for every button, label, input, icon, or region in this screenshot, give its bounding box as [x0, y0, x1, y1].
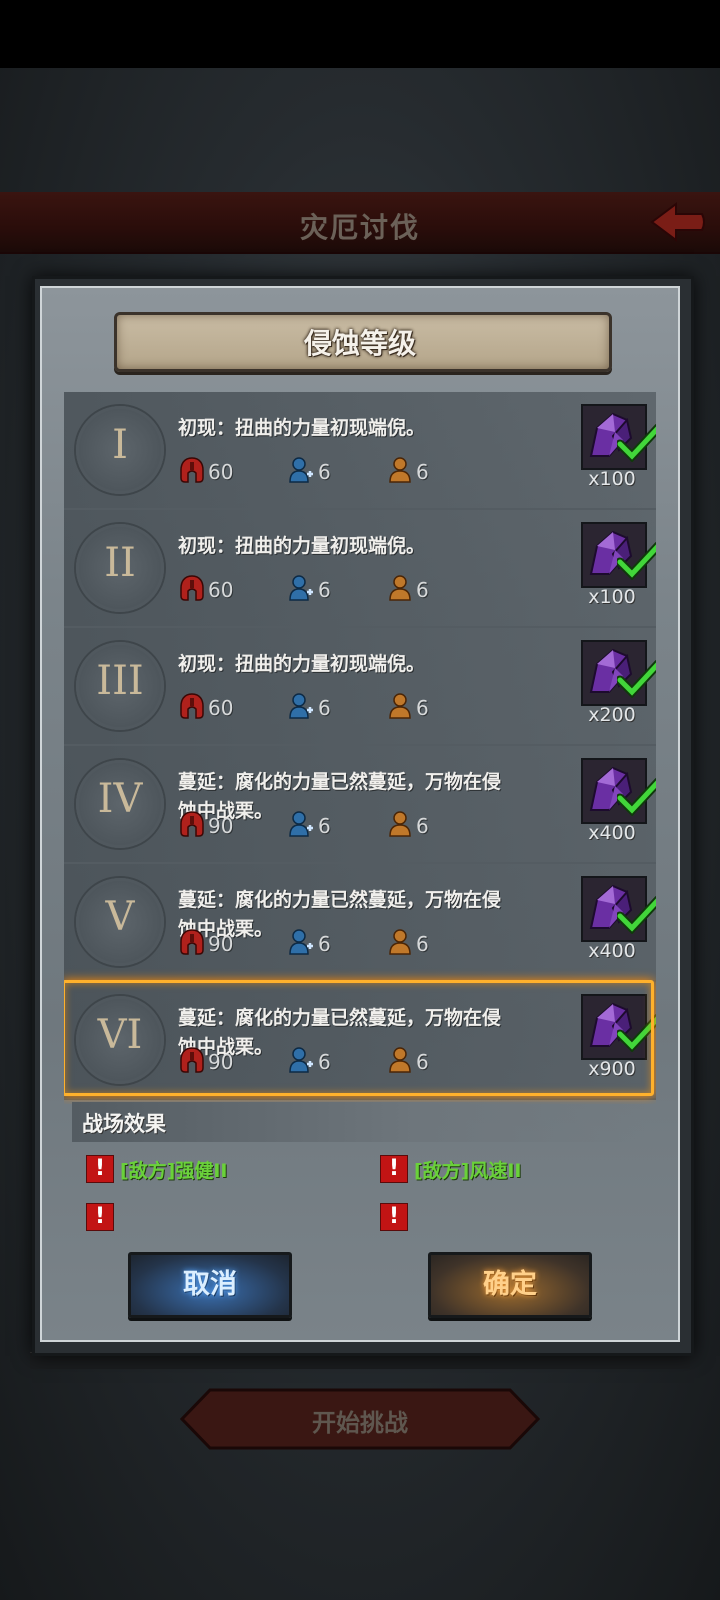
cancel-button[interactable]: 取消	[128, 1252, 292, 1318]
reward-item[interactable]	[581, 876, 656, 942]
effect-label: [敌方]风速II	[414, 1159, 522, 1182]
reward-item[interactable]	[581, 758, 656, 824]
reward-quantity: x100	[588, 586, 636, 608]
level-roman-numeral: III	[96, 658, 144, 704]
orange-person-icon	[386, 574, 414, 606]
blue-unit-stat: 6	[288, 456, 331, 488]
level-row[interactable]: V 蔓延：腐化的力量已然蔓延，万物在侵蚀中战栗。 90 6 6 x400	[64, 864, 656, 982]
screen-title: 灾厄讨伐	[299, 211, 420, 244]
reward-item[interactable]	[581, 404, 656, 470]
enemy-power-stat: 60	[178, 692, 233, 724]
orange-unit-stat: 6	[386, 692, 429, 724]
orange-person-icon	[386, 692, 414, 724]
level-roman-numeral: I	[112, 422, 128, 468]
status-bar	[0, 0, 720, 68]
blue-person-plus-icon	[288, 456, 316, 488]
effects-title: 战场效果	[82, 1112, 166, 1136]
reward-quantity: x200	[588, 704, 636, 726]
reward-quantity: x100	[588, 468, 636, 490]
stat-value: 60	[208, 696, 234, 720]
effect-item-partial: !	[380, 1202, 414, 1232]
level-description: 初现：扭曲的力量初现端倪。	[178, 417, 426, 439]
orange-person-icon	[386, 456, 414, 488]
stat-value: 60	[208, 460, 234, 484]
red-helmet-icon	[178, 574, 206, 606]
orange-unit-stat: 6	[386, 456, 429, 488]
stat-value: 6	[318, 814, 331, 838]
modal-title: 侵蚀等级	[303, 327, 416, 360]
level-row[interactable]: III 初现：扭曲的力量初现端倪。 60 6 6 x200	[64, 628, 656, 746]
enemy-power-stat: 60	[178, 574, 233, 606]
level-description: 初现：扭曲的力量初现端倪。	[178, 535, 426, 557]
stat-value: 6	[416, 696, 429, 720]
reward-item[interactable]	[581, 640, 656, 706]
stat-value: 90	[208, 932, 234, 956]
effect-item: ! [敌方]强健II	[86, 1154, 228, 1184]
level-description: 初现：扭曲的力量初现端倪。	[178, 653, 426, 675]
stat-value: 60	[208, 578, 234, 602]
reward-quantity: x400	[588, 940, 636, 962]
orange-person-icon	[386, 810, 414, 842]
stat-value: 90	[208, 814, 234, 838]
warning-icon: !	[380, 1155, 408, 1183]
selected-highlight	[64, 980, 654, 1096]
orange-unit-stat: 6	[386, 574, 429, 606]
blue-unit-stat: 6	[288, 928, 331, 960]
stat-value: 6	[318, 696, 331, 720]
orange-unit-stat: 6	[386, 810, 429, 842]
blue-person-plus-icon	[288, 928, 316, 960]
stat-value: 6	[416, 932, 429, 956]
reward-quantity: x400	[588, 822, 636, 844]
blue-person-plus-icon	[288, 810, 316, 842]
blue-person-plus-icon	[288, 692, 316, 724]
warning-icon: !	[86, 1155, 114, 1183]
red-helmet-icon	[178, 928, 206, 960]
red-helmet-icon	[178, 810, 206, 842]
red-helmet-icon	[178, 692, 206, 724]
level-row[interactable]: I 初现：扭曲的力量初现端倪。 60 6 6 x100	[64, 392, 656, 510]
enemy-power-stat: 60	[178, 456, 233, 488]
start-challenge-label: 开始挑战	[312, 1409, 408, 1437]
level-row[interactable]: II 初现：扭曲的力量初现端倪。 60 6 6 x100	[64, 510, 656, 628]
level-list[interactable]: I 初现：扭曲的力量初现端倪。 60 6 6 x100 II 初现：扭曲的力量初现端倪。 60 6…	[64, 392, 656, 1104]
effect-label: [敌方]强健II	[120, 1159, 228, 1182]
stat-value: 6	[416, 814, 429, 838]
red-helmet-icon	[178, 456, 206, 488]
level-roman-numeral: V	[105, 894, 135, 940]
blue-person-plus-icon	[288, 574, 316, 606]
level-roman-numeral: II	[104, 540, 136, 586]
blue-unit-stat: 6	[288, 810, 331, 842]
reward-item[interactable]	[581, 522, 656, 588]
level-row[interactable]: VI 蔓延：腐化的力量已然蔓延，万物在侵蚀中战栗。 90 6 6 x900	[64, 980, 656, 1100]
stat-value: 6	[416, 460, 429, 484]
blue-unit-stat: 6	[288, 574, 331, 606]
confirm-button[interactable]: 确定	[428, 1252, 592, 1318]
warning-icon: !	[86, 1203, 114, 1231]
enemy-power-stat: 90	[178, 928, 233, 960]
enemy-power-stat: 90	[178, 810, 233, 842]
level-row[interactable]: IV 蔓延：腐化的力量已然蔓延，万物在侵蚀中战栗。 90 6 6 x400	[64, 746, 656, 864]
stat-value: 6	[318, 460, 331, 484]
effect-item-partial: !	[86, 1202, 120, 1232]
orange-unit-stat: 6	[386, 928, 429, 960]
effect-item: ! [敌方]风速II	[380, 1154, 522, 1184]
stat-value: 6	[416, 578, 429, 602]
back-arrow-icon[interactable]	[648, 200, 708, 244]
orange-person-icon	[386, 928, 414, 960]
stat-value: 6	[318, 932, 331, 956]
warning-icon: !	[380, 1203, 408, 1231]
effects-list[interactable]: ! [敌方]强健II ! [敌方]风速II ! !	[72, 1148, 646, 1232]
blue-unit-stat: 6	[288, 692, 331, 724]
stat-value: 6	[318, 578, 331, 602]
level-roman-numeral: IV	[97, 776, 143, 822]
